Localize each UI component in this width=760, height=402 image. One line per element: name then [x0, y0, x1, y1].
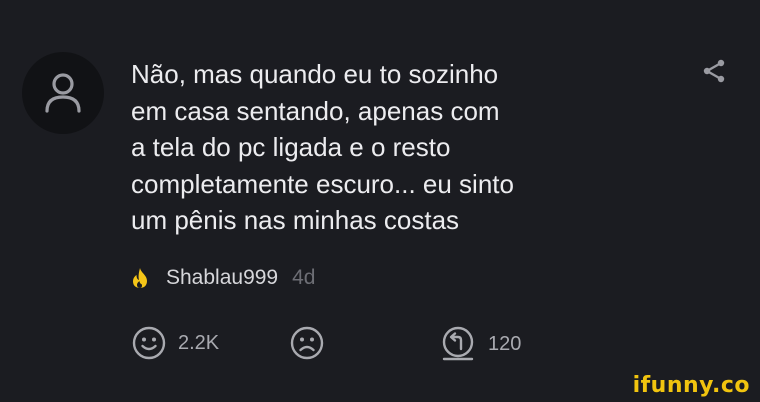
comment-text: Não, mas quando eu to sozinho em casa se…	[131, 59, 514, 235]
reply-button[interactable]: 120	[440, 326, 521, 362]
reply-icon	[442, 326, 474, 361]
ifunny-watermark: ifunny.co	[632, 373, 750, 398]
smile-icon	[132, 326, 166, 360]
smile-button[interactable]: 2.2K	[132, 326, 219, 360]
username-link[interactable]: Shablau999	[166, 266, 278, 290]
unsmile-button[interactable]	[290, 326, 324, 360]
fire-icon	[133, 268, 147, 288]
unsmile-icon	[290, 326, 324, 360]
timestamp: 4d	[292, 266, 316, 289]
smile-count: 2.2K	[178, 331, 220, 354]
comment-meta: Shablau999 4d	[131, 266, 315, 290]
avatar[interactable]	[22, 52, 104, 134]
user-icon	[45, 73, 81, 113]
comment-actions: 2.2K 120	[0, 324, 760, 364]
reply-count: 120	[488, 332, 522, 355]
share-icon[interactable]	[702, 58, 728, 84]
